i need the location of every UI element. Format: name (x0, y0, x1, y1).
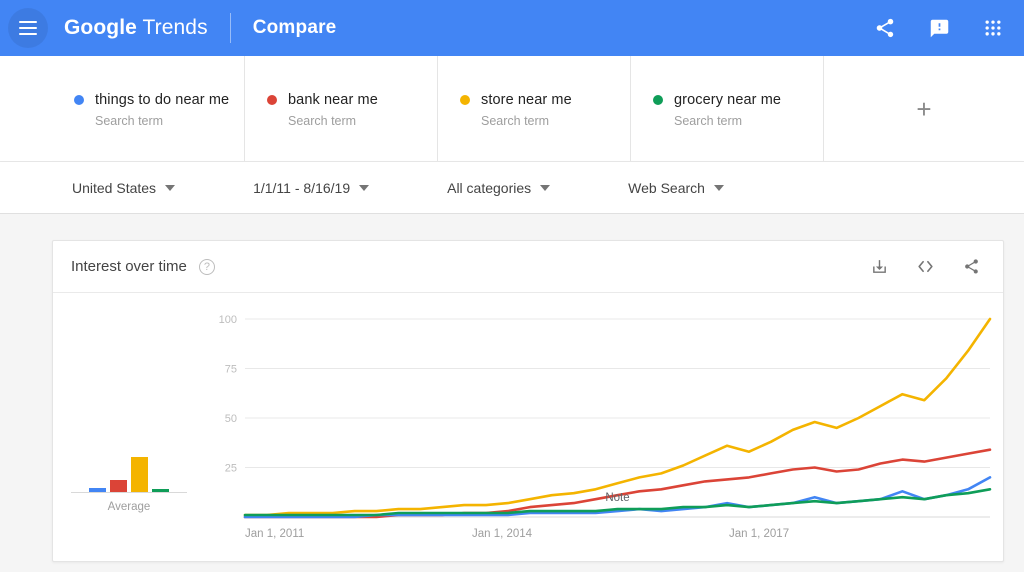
chart-body: Average 25 50 75 100 Jan 1, 2011 Jan 1, 2014 J… (53, 293, 1003, 561)
x-axis-tick-label: Jan 1, 2014 (472, 528, 533, 540)
search-term-type: Search term (288, 114, 357, 128)
y-axis-tick-label: 75 (225, 364, 237, 376)
search-term-header: things to do near me (74, 92, 244, 108)
search-term-card-1[interactable]: bank near me Search term (245, 56, 438, 161)
add-search-term-button[interactable]: + (824, 56, 1024, 161)
hamburger-menu-icon[interactable] (8, 8, 48, 48)
brand-logo[interactable]: Google Trends (64, 16, 208, 40)
series-color-dot (74, 95, 84, 105)
chevron-down-icon (165, 184, 176, 191)
series-color-dot (267, 95, 277, 105)
app-bar-actions (872, 15, 1006, 41)
series-line (243, 317, 992, 517)
filter-bar: United States 1/1/11 - 8/16/19 All categ… (0, 162, 1024, 214)
card-title: Interest over time (71, 258, 187, 275)
search-type-filter-label: Web Search (628, 179, 705, 196)
average-bar-chart (71, 433, 187, 493)
search-term-label: grocery near me (674, 92, 782, 108)
share-icon[interactable] (961, 257, 981, 277)
search-term-type: Search term (95, 114, 164, 128)
date-range-filter[interactable]: 1/1/11 - 8/16/19 (253, 179, 370, 196)
feedback-icon[interactable] (926, 15, 952, 41)
x-axis-tick-label: Jan 1, 2011 (245, 528, 304, 540)
series-color-dot (653, 95, 663, 105)
y-axis-tick-label: 50 (225, 413, 237, 425)
average-panel: Average (53, 305, 205, 561)
search-term-card-2[interactable]: store near me Search term (438, 56, 631, 161)
x-axis-tick-label: Jan 1, 2017 (729, 528, 789, 540)
category-filter-label: All categories (447, 179, 532, 196)
header-divider (229, 13, 231, 43)
date-range-filter-label: 1/1/11 - 8/16/19 (253, 179, 351, 196)
location-filter[interactable]: United States (72, 179, 176, 196)
average-bar (110, 480, 127, 492)
chevron-down-icon (713, 184, 724, 191)
series-color-dot (460, 95, 470, 105)
search-term-type: Search term (674, 114, 743, 128)
app-bar: Google Trends Compare (0, 0, 1024, 56)
download-icon[interactable] (869, 257, 889, 277)
terms-left-spacer (0, 56, 52, 161)
search-term-card-3[interactable]: grocery near me Search term (631, 56, 824, 161)
search-term-card-0[interactable]: things to do near me Search term (52, 56, 245, 161)
category-filter[interactable]: All categories (447, 179, 551, 196)
average-bar (152, 488, 169, 492)
line-chart-svg: 25 50 75 100 Jan 1, 2011 Jan 1, 2014 Jan 1, 20… (219, 314, 992, 540)
search-term-label: things to do near me (95, 92, 230, 108)
search-term-header: store near me (460, 92, 630, 108)
y-axis-tick-label: 100 (219, 314, 237, 326)
card-actions (869, 257, 981, 277)
content-area: Interest over time ? Average 25 50 75 10… (0, 214, 1024, 572)
interest-over-time-chart[interactable]: 25 50 75 100 Jan 1, 2011 Jan 1, 2014 Jan 1, 20… (205, 305, 1005, 561)
embed-code-icon[interactable] (915, 257, 935, 277)
average-label: Average (107, 501, 151, 513)
interest-over-time-card: Interest over time ? Average 25 50 75 10… (52, 240, 1004, 562)
y-axis-tick-label: 25 (225, 463, 237, 475)
chart-note-annotation[interactable]: Note (605, 492, 629, 504)
plus-icon: + (916, 93, 932, 124)
location-filter-label: United States (72, 179, 157, 196)
card-header: Interest over time ? (53, 241, 1003, 293)
page-title: Compare (252, 17, 337, 38)
search-term-header: bank near me (267, 92, 437, 108)
search-term-label: bank near me (288, 92, 378, 108)
search-term-type: Search term (481, 114, 550, 128)
search-term-header: grocery near me (653, 92, 823, 108)
apps-grid-icon[interactable] (980, 15, 1006, 41)
brand-google-text: Google (64, 16, 137, 39)
search-terms-row: things to do near me Search term bank ne… (0, 56, 1024, 162)
chevron-down-icon (540, 184, 551, 191)
chevron-down-icon (359, 184, 370, 191)
search-term-label: store near me (481, 92, 572, 108)
share-icon[interactable] (872, 15, 898, 41)
brand-trends-text: Trends (142, 16, 208, 39)
search-type-filter[interactable]: Web Search (628, 180, 724, 196)
average-bar (131, 457, 148, 492)
help-circle-icon[interactable]: ? (198, 258, 215, 275)
average-bar (89, 487, 106, 492)
